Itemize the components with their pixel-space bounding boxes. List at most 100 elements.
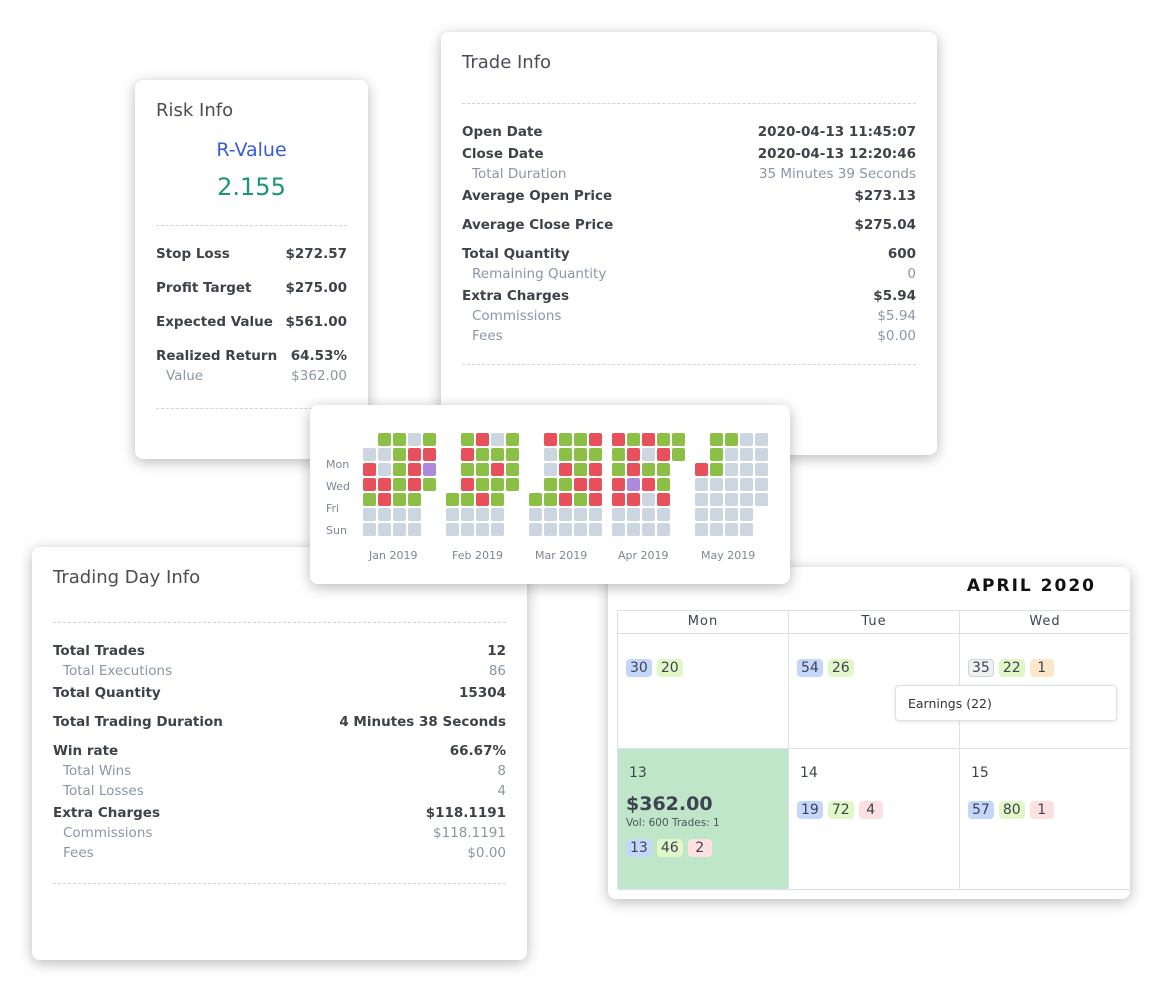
heatmap-day-cell[interactable]: [695, 463, 708, 476]
heatmap-day-cell[interactable]: [589, 463, 602, 476]
heatmap-day-cell[interactable]: [476, 493, 489, 506]
heatmap-day-cell[interactable]: [544, 493, 557, 506]
event-count-badge[interactable]: 54: [797, 659, 823, 677]
heatmap-day-cell[interactable]: [589, 448, 602, 461]
calendar-day-cell[interactable]: 30 20: [617, 634, 788, 748]
heatmap-day-cell[interactable]: [476, 478, 489, 491]
heatmap-day-cell[interactable]: [755, 448, 768, 461]
heatmap-day-cell[interactable]: [378, 508, 391, 521]
heatmap-day-cell[interactable]: [740, 478, 753, 491]
heatmap-day-cell[interactable]: [544, 433, 557, 446]
heatmap-day-cell[interactable]: [657, 463, 670, 476]
heatmap-day-cell[interactable]: [627, 523, 640, 536]
heatmap-day-cell[interactable]: [476, 433, 489, 446]
heatmap-day-cell[interactable]: [423, 448, 436, 461]
heatmap-day-cell[interactable]: [544, 478, 557, 491]
heatmap-day-cell[interactable]: [544, 448, 557, 461]
heatmap-day-cell[interactable]: [461, 448, 474, 461]
heatmap-day-cell[interactable]: [393, 478, 406, 491]
heatmap-day-cell[interactable]: [461, 523, 474, 536]
heatmap-day-cell[interactable]: [363, 478, 376, 491]
heatmap-day-cell[interactable]: [725, 478, 738, 491]
heatmap-day-cell[interactable]: [725, 463, 738, 476]
heatmap-day-cell[interactable]: [695, 523, 708, 536]
event-count-badge[interactable]: 4: [858, 801, 883, 819]
event-count-badge[interactable]: 19: [797, 801, 823, 819]
heatmap-day-cell[interactable]: [559, 493, 572, 506]
heatmap-day-cell[interactable]: [461, 493, 474, 506]
heatmap-day-cell[interactable]: [393, 448, 406, 461]
heatmap-day-cell[interactable]: [642, 493, 655, 506]
heatmap-day-cell[interactable]: [612, 478, 625, 491]
heatmap-day-cell[interactable]: [657, 433, 670, 446]
heatmap-day-cell[interactable]: [612, 433, 625, 446]
heatmap-day-cell[interactable]: [725, 448, 738, 461]
heatmap-day-cell[interactable]: [589, 523, 602, 536]
heatmap-day-cell[interactable]: [544, 523, 557, 536]
heatmap-day-cell[interactable]: [695, 508, 708, 521]
heatmap-day-cell[interactable]: [657, 478, 670, 491]
heatmap-day-cell[interactable]: [378, 463, 391, 476]
heatmap-day-cell[interactable]: [627, 493, 640, 506]
heatmap-day-cell[interactable]: [612, 448, 625, 461]
calendar-day-cell[interactable]: 15 57 80 1: [959, 749, 1130, 889]
heatmap-day-cell[interactable]: [378, 478, 391, 491]
heatmap-day-cell[interactable]: [612, 508, 625, 521]
heatmap-day-cell[interactable]: [408, 463, 421, 476]
heatmap-day-cell[interactable]: [612, 523, 625, 536]
event-count-badge[interactable]: 57: [968, 801, 994, 819]
heatmap-day-cell[interactable]: [627, 448, 640, 461]
heatmap-day-cell[interactable]: [710, 508, 723, 521]
heatmap-day-cell[interactable]: [423, 463, 436, 476]
heatmap-day-cell[interactable]: [740, 463, 753, 476]
heatmap-day-cell[interactable]: [393, 493, 406, 506]
heatmap-day-cell[interactable]: [544, 463, 557, 476]
heatmap-day-cell[interactable]: [755, 463, 768, 476]
heatmap-day-cell[interactable]: [657, 523, 670, 536]
heatmap-day-cell[interactable]: [491, 448, 504, 461]
event-count-badge[interactable]: 1: [1029, 659, 1054, 677]
heatmap-day-cell[interactable]: [589, 508, 602, 521]
heatmap-day-cell[interactable]: [589, 433, 602, 446]
heatmap-day-cell[interactable]: [627, 463, 640, 476]
heatmap-day-cell[interactable]: [363, 493, 376, 506]
heatmap-day-cell[interactable]: [408, 493, 421, 506]
heatmap-day-cell[interactable]: [491, 478, 504, 491]
calendar-day-cell[interactable]: 14 19 72 4: [788, 749, 959, 889]
heatmap-day-cell[interactable]: [408, 478, 421, 491]
heatmap-day-cell[interactable]: [642, 523, 655, 536]
heatmap-day-cell[interactable]: [627, 508, 640, 521]
heatmap-day-cell[interactable]: [559, 478, 572, 491]
heatmap-day-cell[interactable]: [574, 523, 587, 536]
heatmap-day-cell[interactable]: [589, 493, 602, 506]
heatmap-day-cell[interactable]: [755, 493, 768, 506]
heatmap-day-cell[interactable]: [574, 493, 587, 506]
heatmap-day-cell[interactable]: [695, 493, 708, 506]
heatmap-day-cell[interactable]: [657, 493, 670, 506]
heatmap-day-cell[interactable]: [574, 433, 587, 446]
heatmap-day-cell[interactable]: [559, 523, 572, 536]
heatmap-day-cell[interactable]: [574, 508, 587, 521]
event-count-badge[interactable]: 72: [827, 801, 854, 819]
heatmap-day-cell[interactable]: [612, 493, 625, 506]
heatmap-day-cell[interactable]: [710, 493, 723, 506]
heatmap-day-cell[interactable]: [506, 433, 519, 446]
event-count-badge[interactable]: 13: [626, 839, 652, 857]
heatmap-day-cell[interactable]: [740, 493, 753, 506]
heatmap-day-cell[interactable]: [446, 508, 459, 521]
heatmap-day-cell[interactable]: [393, 463, 406, 476]
heatmap-day-cell[interactable]: [408, 508, 421, 521]
heatmap-day-cell[interactable]: [574, 448, 587, 461]
heatmap-day-cell[interactable]: [589, 478, 602, 491]
heatmap-day-cell[interactable]: [476, 463, 489, 476]
heatmap-day-cell[interactable]: [740, 523, 753, 536]
heatmap-day-cell[interactable]: [559, 448, 572, 461]
heatmap-day-cell[interactable]: [627, 433, 640, 446]
heatmap-day-cell[interactable]: [574, 478, 587, 491]
heatmap-day-cell[interactable]: [491, 508, 504, 521]
heatmap-day-cell[interactable]: [725, 523, 738, 536]
heatmap-day-cell[interactable]: [363, 508, 376, 521]
event-count-badge[interactable]: 35: [968, 659, 994, 677]
event-count-badge[interactable]: 22: [998, 659, 1025, 677]
heatmap-day-cell[interactable]: [529, 508, 542, 521]
